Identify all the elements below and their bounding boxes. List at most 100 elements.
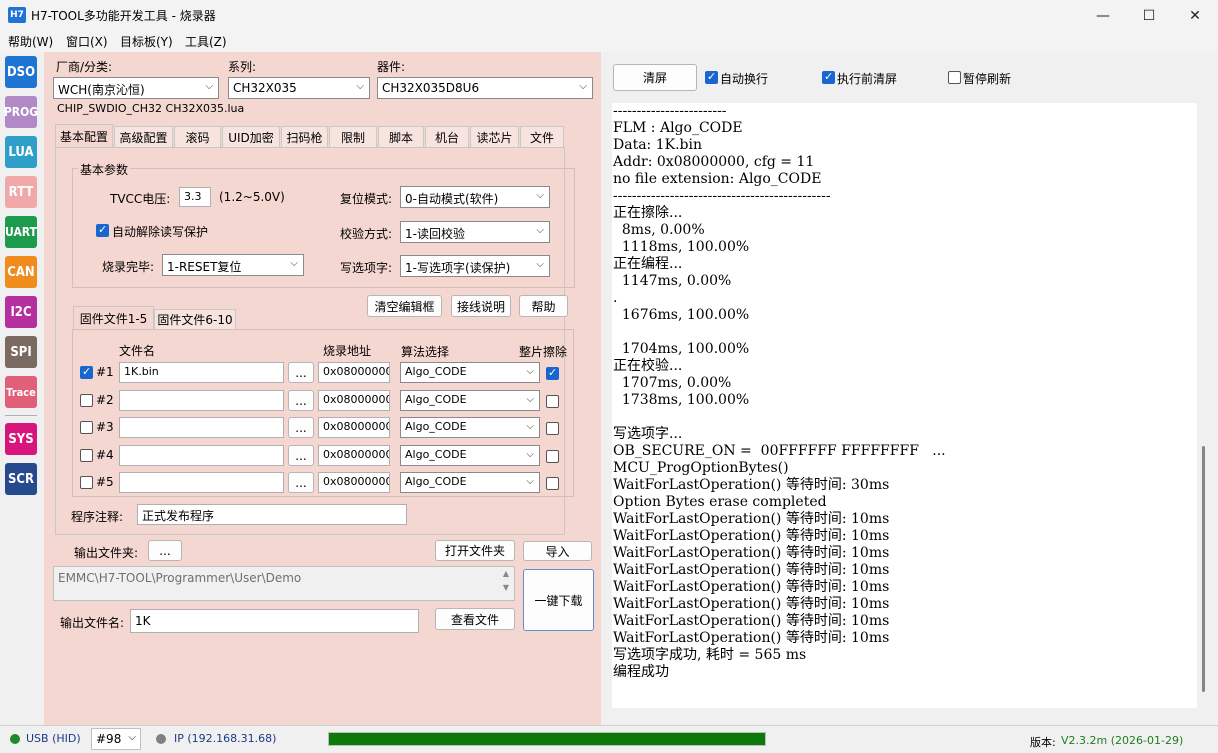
device-number-select[interactable]: #98 ⌵: [91, 728, 141, 750]
firmware-enable-checkbox[interactable]: [80, 476, 93, 489]
firmware-address-input[interactable]: 0x08000000: [318, 362, 390, 383]
tab-8[interactable]: 读芯片: [470, 126, 519, 148]
firmware-file-input[interactable]: [119, 417, 284, 438]
tab-1[interactable]: 高级配置: [114, 126, 173, 148]
clear-before-checkbox[interactable]: [822, 70, 835, 84]
log-line: 1118ms, 100.00%: [613, 239, 750, 255]
tab-firmware-6-10[interactable]: 固件文件6-10: [154, 309, 236, 329]
log-scrollbar[interactable]: [1197, 103, 1211, 708]
verify-select[interactable]: 1-读回校验 ⌵: [400, 221, 550, 243]
device-select[interactable]: CH32X035D8U6 ⌵: [377, 77, 593, 99]
close-button[interactable]: ✕: [1172, 0, 1218, 31]
menu-help[interactable]: 帮助(W): [8, 33, 53, 50]
sidebar-scr-button[interactable]: SCR: [5, 463, 37, 495]
sidebar-trace-button[interactable]: Trace: [5, 376, 37, 408]
option-select[interactable]: 1-写选项字(读保护) ⌵: [400, 255, 550, 277]
firmware-algo-select[interactable]: Algo_CODE ⌵: [400, 472, 540, 493]
firmware-file-input[interactable]: [119, 390, 284, 411]
open-folder-button[interactable]: 打开文件夹: [435, 540, 515, 561]
firmware-erase-checkbox[interactable]: [546, 422, 559, 435]
tab-6[interactable]: 脚本: [378, 126, 424, 148]
one-key-download-button[interactable]: 一键下载: [523, 569, 594, 631]
reset-mode-select[interactable]: 0-自动模式(软件) ⌵: [400, 186, 550, 208]
view-file-button[interactable]: 查看文件: [435, 608, 515, 630]
pause-refresh-checkbox[interactable]: [948, 71, 961, 84]
progress-bar: [328, 732, 766, 746]
sidebar-can-button[interactable]: CAN: [5, 256, 37, 288]
import-button[interactable]: 导入: [523, 541, 592, 561]
maximize-button[interactable]: ☐: [1126, 0, 1172, 31]
sidebar-dso-button[interactable]: DSO: [5, 56, 37, 88]
sidebar-spi-button[interactable]: SPI: [5, 336, 37, 368]
sidebar-i2c-button[interactable]: I2C: [5, 296, 37, 328]
firmware-erase-checkbox[interactable]: [546, 395, 559, 408]
tab-9[interactable]: 文件: [520, 126, 564, 148]
scroll-up-icon[interactable]: ▲: [498, 567, 514, 581]
firmware-algo-select[interactable]: Algo_CODE ⌵: [400, 417, 540, 438]
output-folder-browse-button[interactable]: ...: [148, 540, 182, 561]
log-line: no file extension: Algo_CODE: [613, 171, 822, 187]
burn-done-select[interactable]: 1-RESET复位 ⌵: [162, 254, 304, 276]
firmware-erase-checkbox[interactable]: [546, 366, 559, 380]
clear-screen-button[interactable]: 清屏: [613, 64, 697, 91]
log-line: WaitForLastOperation() 等待时间: 10ms: [613, 613, 890, 629]
menu-window[interactable]: 窗口(X): [66, 33, 108, 50]
tab-2[interactable]: 滚码: [174, 126, 221, 148]
firmware-erase-checkbox[interactable]: [546, 477, 559, 490]
firmware-browse-button[interactable]: ...: [288, 362, 314, 383]
path-scrollbar[interactable]: ▲ ▼: [498, 567, 514, 600]
firmware-address-input[interactable]: 0x08000000: [318, 472, 390, 493]
log-console[interactable]: ------------------------ FLM : Algo_CODE D…: [612, 103, 1197, 708]
firmware-browse-button[interactable]: ...: [288, 390, 314, 411]
firmware-address-input[interactable]: 0x08000000: [318, 445, 390, 466]
tab-0[interactable]: 基本配置: [55, 124, 113, 148]
sidebar-lua-button[interactable]: LUA: [5, 136, 37, 168]
output-filename-input[interactable]: 1K: [130, 609, 419, 633]
firmware-enable-checkbox[interactable]: [80, 394, 93, 407]
sidebar-rtt-button[interactable]: RTT: [5, 176, 37, 208]
log-line: 写选项字成功, 耗时 = 565 ms: [613, 647, 807, 663]
tab-7[interactable]: 机台: [425, 126, 469, 148]
tab-3[interactable]: UID加密: [222, 126, 280, 148]
firmware-file-input[interactable]: [119, 472, 284, 493]
scroll-down-icon[interactable]: ▼: [498, 581, 514, 595]
firmware-row-id: #5: [96, 475, 114, 489]
tab-4[interactable]: 扫码枪: [281, 126, 328, 148]
firmware-file-input[interactable]: [119, 445, 284, 466]
firmware-enable-checkbox[interactable]: [80, 421, 93, 434]
sidebar-prog-button[interactable]: PROG: [4, 96, 38, 128]
chevron-down-icon: ⌵: [356, 81, 364, 92]
log-line: 正在校验...: [613, 358, 683, 374]
firmware-file-input[interactable]: 1K.bin: [119, 362, 284, 383]
firmware-algo-select[interactable]: Algo_CODE ⌵: [400, 362, 540, 383]
firmware-enable-checkbox[interactable]: [80, 365, 93, 379]
series-select[interactable]: CH32X035 ⌵: [228, 77, 370, 99]
sidebar-sys-button[interactable]: SYS: [5, 423, 37, 455]
firmware-erase-checkbox[interactable]: [546, 450, 559, 463]
wiring-button[interactable]: 接线说明: [451, 295, 511, 317]
help-button[interactable]: 帮助: [519, 295, 568, 317]
menu-tools[interactable]: 工具(Z): [185, 33, 227, 50]
firmware-enable-checkbox[interactable]: [80, 449, 93, 462]
firmware-browse-button[interactable]: ...: [288, 445, 314, 466]
vendor-select[interactable]: WCH(南京沁恒) ⌵: [53, 77, 219, 99]
log-line: WaitForLastOperation() 等待时间: 30ms: [613, 477, 890, 493]
tvcc-input[interactable]: 3.3: [179, 187, 211, 207]
minimize-button[interactable]: —: [1080, 0, 1126, 31]
note-input[interactable]: 正式发布程序: [137, 504, 407, 525]
firmware-address-input[interactable]: 0x08000000: [318, 417, 390, 438]
firmware-browse-button[interactable]: ...: [288, 417, 314, 438]
sidebar-uart-button[interactable]: UART: [5, 216, 37, 248]
firmware-algo-select[interactable]: Algo_CODE ⌵: [400, 445, 540, 466]
clear-editor-button[interactable]: 清空编辑框: [367, 295, 442, 317]
log-scroll-thumb[interactable]: [1202, 446, 1205, 692]
firmware-browse-button[interactable]: ...: [288, 472, 314, 493]
firmware-address-input[interactable]: 0x08000000: [318, 390, 390, 411]
output-folder-path[interactable]: EMMC\H7-TOOL\Programmer\User\Demo: [53, 566, 515, 601]
auto-unlock-checkbox[interactable]: [96, 223, 109, 237]
auto-wrap-checkbox[interactable]: [705, 70, 718, 84]
tab-5[interactable]: 限制: [329, 126, 377, 148]
firmware-algo-select[interactable]: Algo_CODE ⌵: [400, 390, 540, 411]
menu-target[interactable]: 目标板(Y): [120, 33, 173, 50]
tab-firmware-1-5[interactable]: 固件文件1-5: [73, 306, 154, 329]
